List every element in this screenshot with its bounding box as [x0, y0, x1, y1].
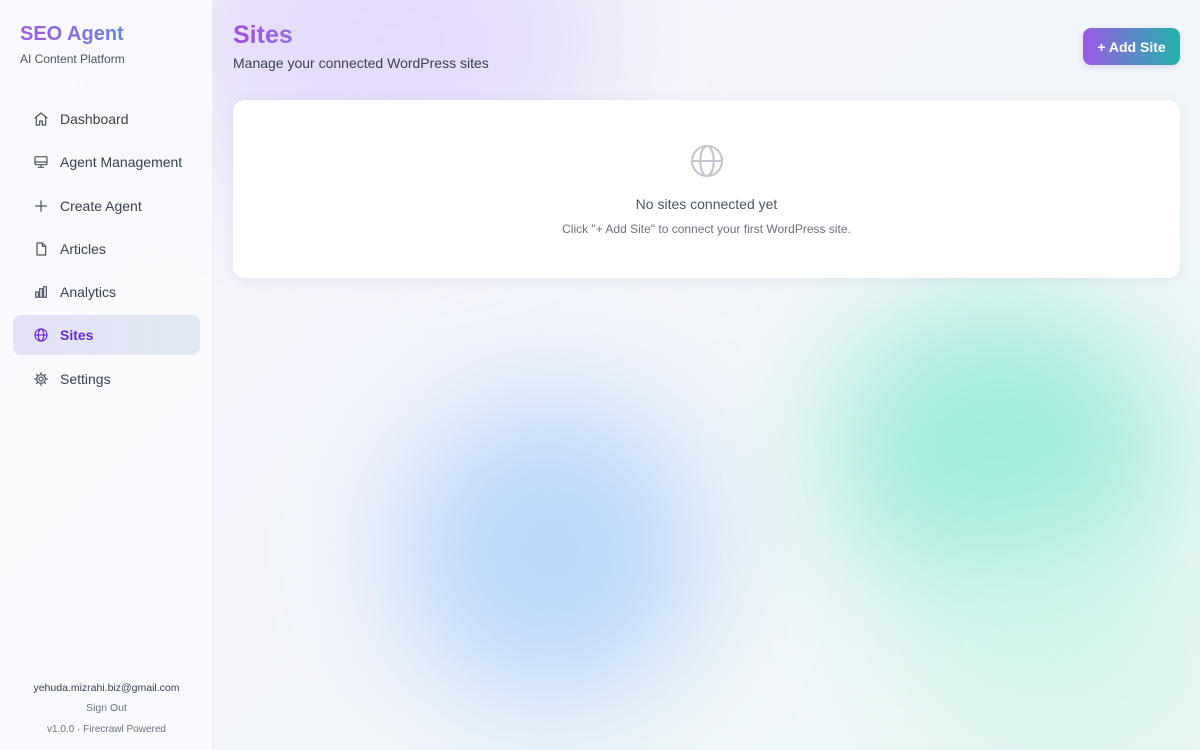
sidebar-nav: Dashboard Agent Management Create Agent …	[13, 99, 200, 402]
globe-icon	[33, 327, 49, 343]
sidebar-item-sites[interactable]: Sites	[13, 315, 200, 356]
sidebar-item-label: Dashboard	[60, 111, 129, 127]
add-site-button[interactable]: + Add Site	[1083, 28, 1180, 65]
empty-state-description: Click "+ Add Site" to connect your first…	[562, 222, 851, 236]
brand-subtitle: AI Content Platform	[20, 52, 125, 66]
home-icon	[33, 111, 49, 127]
sidebar-footer: yehuda.mizrahi.biz@gmail.com Sign Out v1…	[0, 681, 213, 736]
sidebar-item-agent-management[interactable]: Agent Management	[13, 142, 200, 182]
plus-icon	[33, 198, 49, 214]
sidebar-item-label: Articles	[60, 240, 106, 257]
sidebar-item-label: Settings	[60, 370, 111, 387]
empty-state-title: No sites connected yet	[635, 196, 778, 212]
sidebar: SEO Agent AI Content Platform Dashboard …	[0, 0, 213, 750]
page-subtitle: Manage your connected WordPress sites	[233, 55, 489, 71]
sidebar-item-label: Create Agent	[60, 197, 142, 214]
page-title: Sites	[233, 21, 293, 49]
sidebar-item-label: Sites	[60, 327, 94, 344]
sidebar-item-analytics[interactable]: Analytics	[13, 272, 200, 312]
sidebar-item-dashboard[interactable]: Dashboard	[13, 99, 200, 139]
sidebar-item-create-agent[interactable]: Create Agent	[13, 186, 200, 226]
bar-chart-icon	[33, 284, 49, 300]
sidebar-item-articles[interactable]: Articles	[13, 229, 200, 269]
sidebar-item-label: Agent Management	[60, 154, 183, 171]
brand-title: SEO Agent	[20, 23, 124, 45]
sign-out-link[interactable]: Sign Out	[0, 701, 213, 715]
globe-icon	[689, 143, 725, 179]
monitor-icon	[33, 154, 49, 170]
empty-state-card: No sites connected yet Click "+ Add Site…	[233, 100, 1180, 278]
sidebar-item-settings[interactable]: Settings	[13, 359, 200, 399]
brand: SEO Agent AI Content Platform	[20, 22, 125, 66]
user-email: yehuda.mizrahi.biz@gmail.com	[33, 682, 180, 694]
file-icon	[33, 241, 49, 257]
main-content: Sites Manage your connected WordPress si…	[213, 0, 1200, 750]
sidebar-item-label: Analytics	[60, 284, 117, 301]
version-label: v1.0.0 · Firecrawl Powered	[47, 724, 166, 735]
gear-icon	[33, 371, 49, 387]
